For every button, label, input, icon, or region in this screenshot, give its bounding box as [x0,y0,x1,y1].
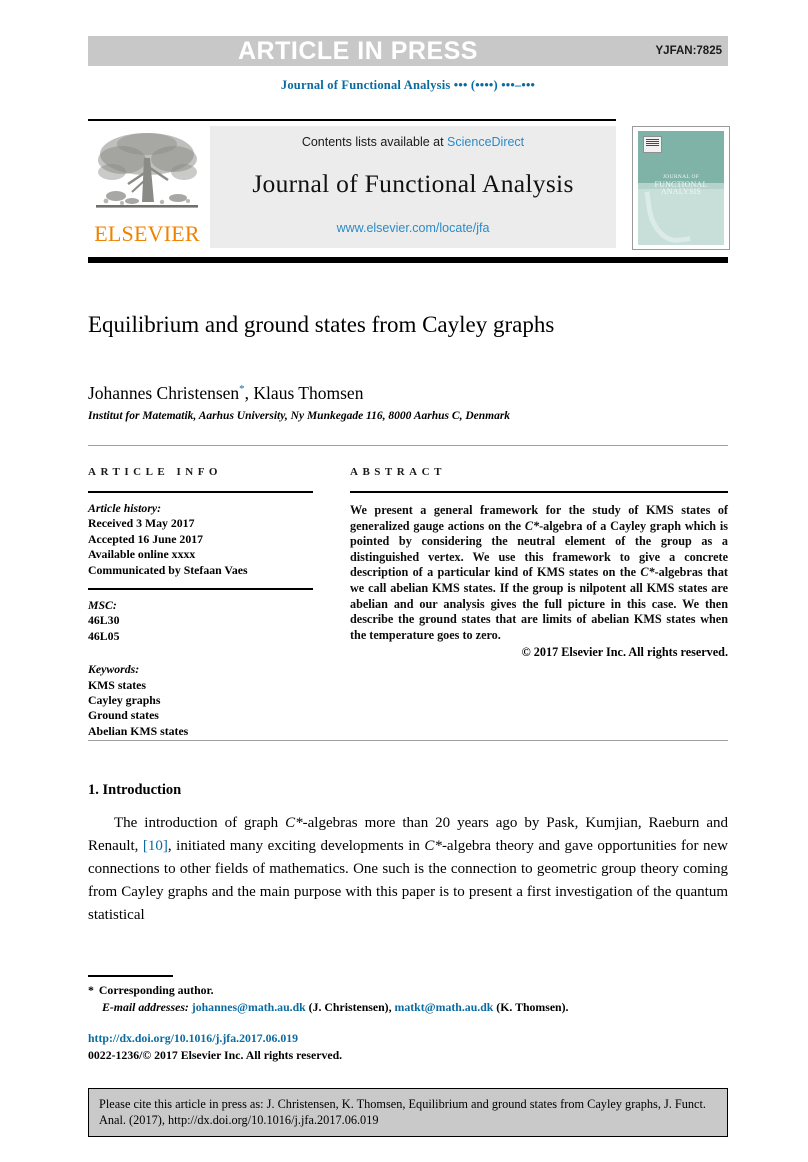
cover-title-line3: ANALYSIS [660,187,702,196]
abstract-copyright: © 2017 Elsevier Inc. All rights reserved… [521,645,728,660]
issn-block: http://dx.doi.org/10.1016/j.jfa.2017.06.… [88,1030,728,1063]
keyword-item: Abelian KMS states [88,723,189,738]
keyword-item: Ground states [88,708,159,723]
sciencedirect-link[interactable]: ScienceDirect [447,135,524,149]
journal-homepage-link[interactable]: www.elsevier.com/locate/jfa [210,221,616,235]
email-owner-thomsen: (K. Thomsen). [496,999,569,1014]
msc-group: MSC: 46L30 46L05 [88,598,313,644]
cover-title-text: JOURNAL OF FUNCTIONAL ANALYSIS [638,174,724,196]
article-first-page: ARTICLE IN PRESS YJFAN:7825 Journal of F… [0,0,808,1162]
abstract-heading: ABSTRACT [350,466,446,478]
corresponding-author-text: Corresponding author. [98,983,214,997]
article-history-item: Accepted 16 June 2017 [88,531,204,546]
email-link-christensen[interactable]: johannes@math.au.dk [192,1000,306,1014]
elsevier-logo: ELSEVIER [88,126,206,248]
masthead-bottom-rule [88,257,728,263]
article-info-heading: ARTICLE INFO [88,466,222,478]
info-block-bottom-rule [88,740,728,741]
introduction-paragraph: The introduction of graph C*-algebras mo… [88,812,728,927]
article-info-column: ARTICLE INFO Article history: Received 3… [88,466,313,739]
issn-copyright-line: 0022-1236/© 2017 Elsevier Inc. All right… [88,1047,343,1062]
author-affiliation: Institut for Matematik, Aarhus Universit… [88,410,511,422]
email-addresses-label: E-mail addresses: [102,999,189,1014]
msc-divider-rule [88,588,313,591]
article-in-press-banner: ARTICLE IN PRESS YJFAN:7825 [88,36,728,66]
citation-link-10[interactable]: [10] [143,838,168,854]
body-math-cstar-2: C* [424,838,442,854]
body-part-c: , initiated many exciting developments i… [167,838,425,854]
elsevier-wordmark: ELSEVIER [94,221,200,246]
article-title: Equilibrium and ground states from Cayle… [88,312,555,337]
manuscript-code-label: YJFAN:7825 [655,45,722,57]
contents-lists-prefix: Contents lists available at [301,135,448,149]
corresponding-author-note: * Corresponding author. [88,982,728,999]
article-history-item: Available online xxxx [88,547,196,562]
author-list: Johannes Christensen*, Klaus Thomsen [88,378,708,404]
article-history-item: Received 3 May 2017 [88,516,195,531]
body-math-cstar-1: C* [285,815,303,831]
contents-lists-line: Contents lists available at ScienceDirec… [210,135,616,149]
author-first: Johannes Christensen [88,382,240,403]
elsevier-tree-icon [92,128,202,220]
author-rest: , Klaus Thomsen [244,382,364,403]
masthead-top-rule [88,119,616,121]
msc-code: 46L30 [88,613,120,628]
journal-title: Journal of Functional Analysis [252,169,574,198]
cover-elsevier-icon [643,136,662,153]
running-head: Journal of Functional Analysis ••• (••••… [280,78,536,92]
abstract-math-cstar-1: C* [524,518,540,533]
article-history-item: Communicated by Stefaan Vaes [88,562,248,577]
contents-banner: Contents lists available at ScienceDirec… [210,126,616,248]
doi-link[interactable]: http://dx.doi.org/10.1016/j.jfa.2017.06.… [88,1030,728,1047]
info-block-top-rule [88,445,728,446]
email-link-thomsen[interactable]: matkt@math.au.dk [395,1000,494,1014]
keyword-item: KMS states [88,677,146,692]
abstract-math-cstar-2: C* [640,565,655,580]
corresponding-author-star: * [88,983,94,997]
article-info-rule [88,491,313,493]
keywords-group: Keywords: KMS states Cayley graphs Groun… [88,662,313,739]
journal-cover-art: JOURNAL OF FUNCTIONAL ANALYSIS [638,131,724,245]
abstract-column: ABSTRACT We present a general framework … [350,466,728,660]
article-in-press-label: ARTICLE IN PRESS [238,37,478,65]
cite-this-article-box: Please cite this article in press as: J.… [88,1088,728,1137]
abstract-rule [350,491,728,493]
email-owner-christensen: (J. Christensen), [308,999,392,1014]
body-part-a: The introduction of graph [114,815,286,831]
article-history-group: Article history: Received 3 May 2017 Acc… [88,501,313,578]
msc-code: 46L05 [88,628,120,643]
msc-label: MSC: [88,598,117,613]
keywords-label: Keywords: [88,662,140,677]
email-addresses-note: E-mail addresses: johannes@math.au.dk (J… [88,999,728,1016]
journal-cover-thumbnail: JOURNAL OF FUNCTIONAL ANALYSIS [632,126,730,250]
keyword-item: Cayley graphs [88,693,161,708]
article-history-label: Article history: [88,501,162,515]
footnote-block: * Corresponding author. E-mail addresses:… [88,982,728,1015]
section-heading-introduction: 1. Introduction [88,782,182,798]
footnote-separator-rule [88,975,173,977]
abstract-text: We present a general framework for the s… [350,503,728,643]
